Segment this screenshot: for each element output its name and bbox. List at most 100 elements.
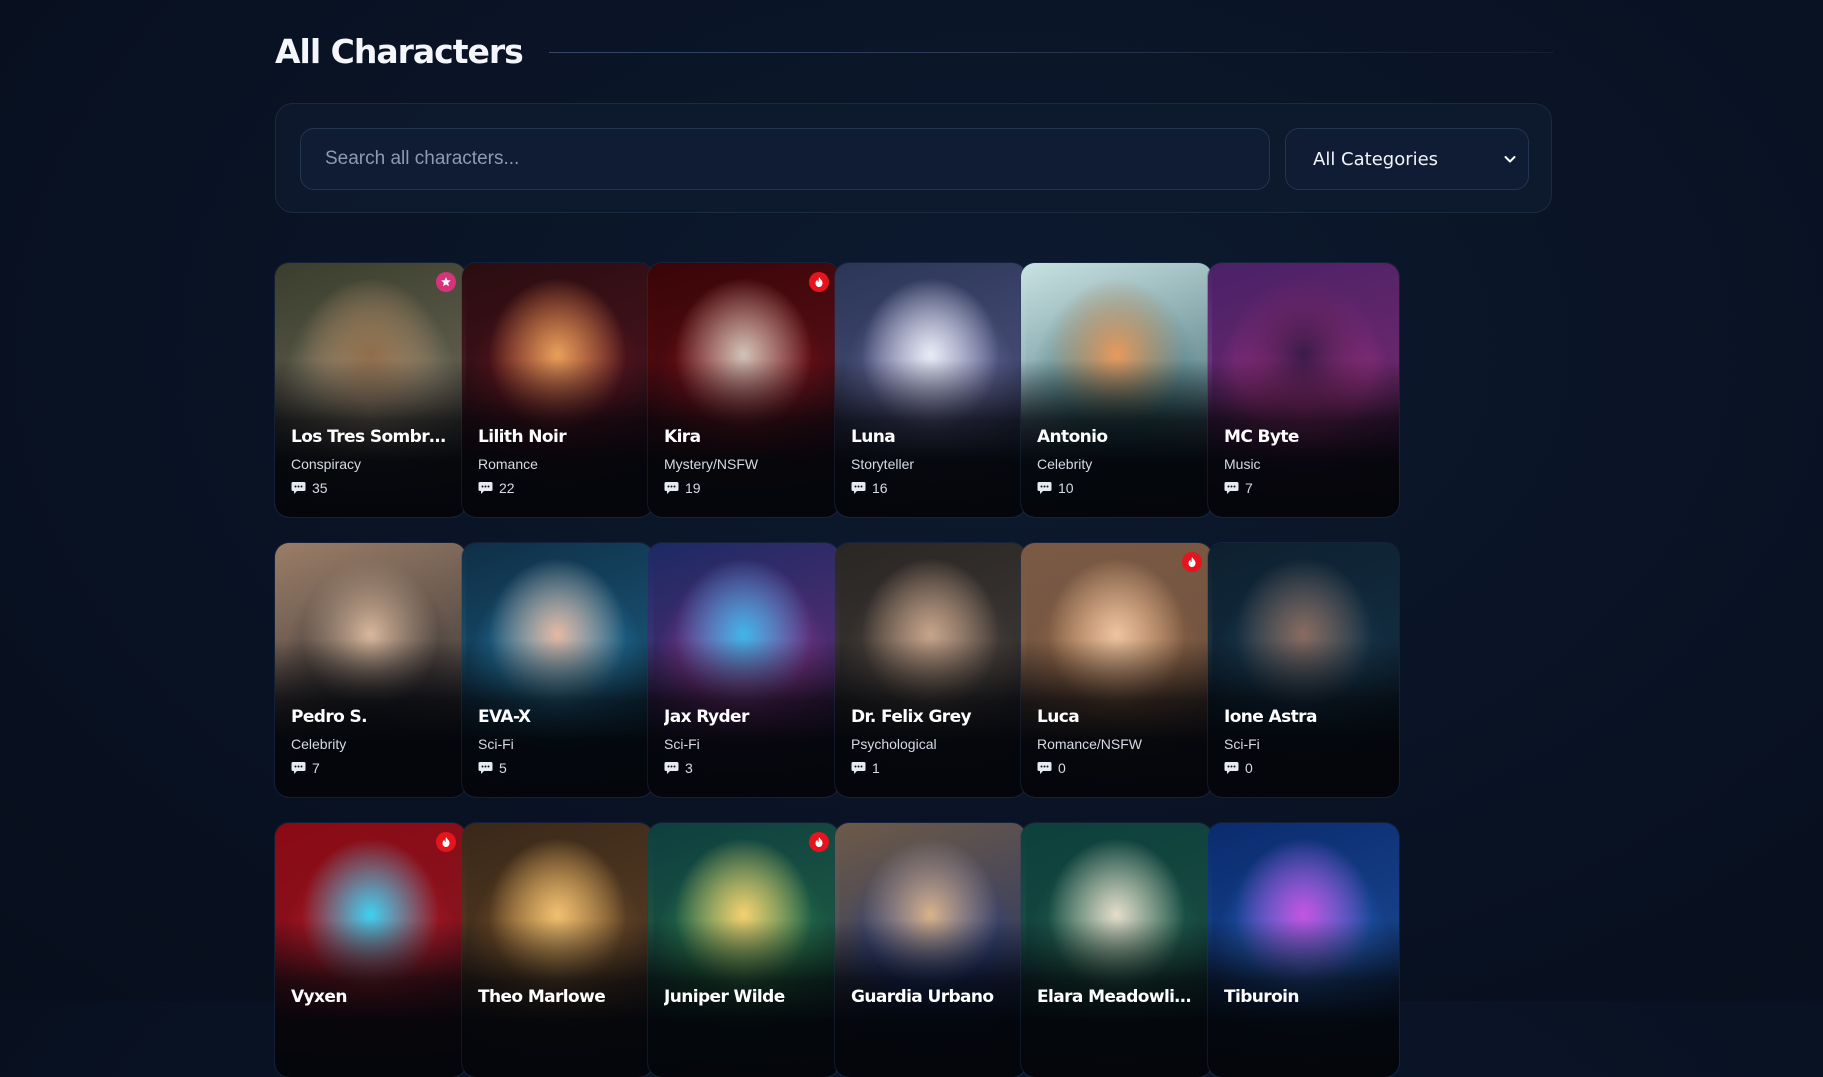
message-count-value: 16: [872, 480, 888, 496]
message-count: 10: [1037, 480, 1074, 496]
character-card[interactable]: Kira Mystery/NSFW 19: [648, 263, 839, 517]
fire-badge-icon: [809, 832, 829, 852]
card-gradient-overlay: [835, 543, 1026, 797]
message-count: 0: [1037, 760, 1066, 776]
card-gradient-overlay: [1021, 823, 1212, 1077]
character-card[interactable]: Elara Meadowlight: [1021, 823, 1212, 1077]
category-select[interactable]: All Categories: [1285, 128, 1529, 190]
character-category: Psychological: [851, 736, 937, 752]
message-count-value: 7: [312, 760, 320, 776]
message-count-value: 7: [1245, 480, 1253, 496]
chat-bubble-icon: [291, 482, 306, 494]
message-count-value: 0: [1058, 760, 1066, 776]
character-name: Lilith Noir: [478, 427, 567, 447]
character-name: MC Byte: [1224, 427, 1299, 447]
message-count: 0: [1224, 760, 1253, 776]
fire-badge-icon: [1182, 552, 1202, 572]
message-count-value: 5: [499, 760, 507, 776]
character-name: Tiburoin: [1224, 987, 1299, 1007]
card-gradient-overlay: [648, 543, 839, 797]
character-name: Jax Ryder: [664, 707, 749, 727]
message-count-value: 22: [499, 480, 515, 496]
section-header: All Characters: [275, 24, 1553, 78]
character-name: Elara Meadowlight: [1037, 987, 1202, 1007]
character-name: Ione Astra: [1224, 707, 1317, 727]
chat-bubble-icon: [1224, 762, 1239, 774]
character-card[interactable]: Vyxen: [275, 823, 466, 1077]
character-category: Mystery/NSFW: [664, 456, 759, 472]
card-gradient-overlay: [462, 823, 653, 1077]
character-card[interactable]: EVA-X Sci-Fi 5: [462, 543, 653, 797]
message-count: 7: [1224, 480, 1253, 496]
star-badge-icon: [436, 272, 456, 292]
chat-bubble-icon: [1037, 482, 1052, 494]
character-card[interactable]: Luna Storyteller 16: [835, 263, 1026, 517]
fire-badge-icon: [809, 272, 829, 292]
chat-bubble-icon: [478, 762, 493, 774]
card-gradient-overlay: [648, 823, 839, 1077]
search-panel: All Categories: [275, 103, 1552, 213]
character-card[interactable]: Ione Astra Sci-Fi 0: [1208, 543, 1399, 797]
card-gradient-overlay: [648, 263, 839, 517]
character-card[interactable]: Antonio Celebrity 10: [1021, 263, 1212, 517]
card-gradient-overlay: [1208, 263, 1399, 517]
character-name: Dr. Felix Grey: [851, 707, 972, 727]
character-category: Romance: [478, 456, 538, 472]
character-card[interactable]: Los Tres Sombreros Conspiracy 35: [275, 263, 466, 517]
character-card[interactable]: Lilith Noir Romance 22: [462, 263, 653, 517]
character-card[interactable]: MC Byte Music 7: [1208, 263, 1399, 517]
character-name: Guardia Urbano: [851, 987, 994, 1007]
message-count: 5: [478, 760, 507, 776]
card-gradient-overlay: [462, 263, 653, 517]
character-category: Conspiracy: [291, 456, 362, 472]
character-card[interactable]: Guardia Urbano: [835, 823, 1026, 1077]
character-card[interactable]: Pedro S. Celebrity 7: [275, 543, 466, 797]
chat-bubble-icon: [478, 482, 493, 494]
character-name: Vyxen: [291, 987, 347, 1007]
character-name: Juniper Wilde: [664, 987, 785, 1007]
message-count: 22: [478, 480, 515, 496]
chevron-down-icon: [1504, 156, 1516, 163]
card-gradient-overlay: [462, 543, 653, 797]
character-card[interactable]: Tiburoin: [1208, 823, 1399, 1077]
card-gradient-overlay: [275, 543, 466, 797]
card-gradient-overlay: [835, 823, 1026, 1077]
character-card[interactable]: Jax Ryder Sci-Fi 3: [648, 543, 839, 797]
chat-bubble-icon: [1224, 482, 1239, 494]
page-title: All Characters: [275, 31, 524, 71]
chat-bubble-icon: [851, 762, 866, 774]
character-card[interactable]: Dr. Felix Grey Psychological 1: [835, 543, 1026, 797]
character-name: Luca: [1037, 707, 1080, 727]
fire-badge-icon: [436, 832, 456, 852]
character-card[interactable]: Juniper Wilde: [648, 823, 839, 1077]
category-select-value: All Categories: [1313, 148, 1439, 170]
message-count: 19: [664, 480, 701, 496]
chat-bubble-icon: [664, 762, 679, 774]
message-count-value: 0: [1245, 760, 1253, 776]
character-name: Luna: [851, 427, 896, 447]
character-card[interactable]: Luca Romance/NSFW 0: [1021, 543, 1212, 797]
character-category: Music: [1224, 456, 1261, 472]
character-name: EVA-X: [478, 707, 531, 727]
message-count-value: 19: [685, 480, 701, 496]
chat-bubble-icon: [851, 482, 866, 494]
message-count: 35: [291, 480, 328, 496]
title-divider: [548, 51, 1553, 53]
character-name: Kira: [664, 427, 701, 447]
character-name: Pedro S.: [291, 707, 368, 727]
character-category: Romance/NSFW: [1037, 736, 1143, 752]
message-count-value: 35: [312, 480, 328, 496]
character-category: Celebrity: [1037, 456, 1093, 472]
card-gradient-overlay: [1021, 543, 1212, 797]
message-count-value: 10: [1058, 480, 1074, 496]
character-category: Celebrity: [291, 736, 347, 752]
message-count: 3: [664, 760, 693, 776]
card-gradient-overlay: [1208, 543, 1399, 797]
character-category: Sci-Fi: [1224, 736, 1260, 752]
character-category: Sci-Fi: [664, 736, 700, 752]
message-count: 1: [851, 760, 880, 776]
character-name: Los Tres Sombreros: [291, 427, 456, 447]
character-card[interactable]: Theo Marlowe: [462, 823, 653, 1077]
search-input[interactable]: [300, 128, 1270, 190]
chat-bubble-icon: [664, 482, 679, 494]
